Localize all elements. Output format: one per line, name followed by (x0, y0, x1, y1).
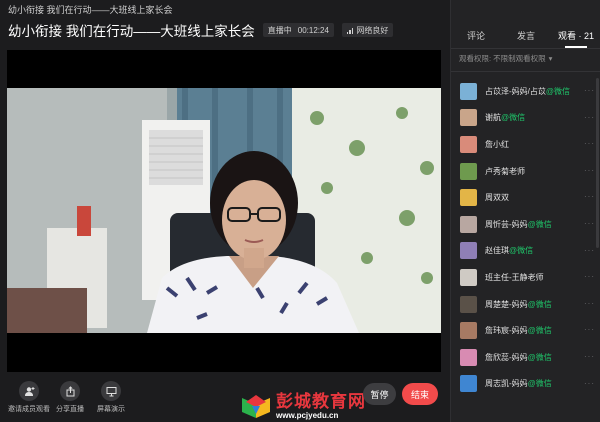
viewer-name: 周楚楚-妈妈 (485, 299, 528, 309)
viewer-name: 詹欣蕊-妈妈 (485, 352, 528, 362)
network-status-label: 网络良好 (356, 25, 389, 35)
invite-viewers-label: 邀请成员观看 (8, 406, 50, 413)
more-options-icon[interactable]: ··· (584, 325, 595, 334)
avatar (460, 215, 477, 233)
live-status-label: 直播中 (267, 25, 292, 35)
viewer-name: 谢航 (485, 113, 501, 123)
more-options-icon[interactable]: ··· (584, 299, 595, 308)
site-watermark: 彭城教育网 www.pcjyedu.cn (240, 393, 366, 420)
view-permission-selector[interactable]: 观看权限: 不限制观看权限 ▾ (459, 53, 552, 64)
watermark-name: 彭城教育网 (276, 392, 366, 411)
viewer-item[interactable]: 谢航 @微信 ··· (451, 105, 600, 132)
wechat-tag: @微信 (527, 219, 552, 229)
video-feed-image (7, 88, 441, 333)
wechat-tag: @微信 (527, 299, 552, 309)
avatar (460, 268, 477, 286)
page-title: 幼小衔接 我们在行动——大班线上家长会 (8, 24, 255, 39)
tab-speak[interactable]: 发言 (501, 26, 551, 48)
viewer-name: 詹玮宸-妈妈 (485, 326, 528, 336)
avatar (460, 82, 477, 100)
watermark-url: www.pcjyedu.cn (276, 411, 339, 420)
permission-divider (451, 71, 600, 72)
panel-tabs: 评论 发言 观看 · 21 (451, 26, 600, 48)
wechat-tag: @微信 (527, 326, 552, 336)
viewer-item[interactable]: 占苡泽-妈妈/占苡 @微信 ··· (451, 78, 600, 105)
tab-comments[interactable]: 评论 (451, 26, 501, 48)
avatar (460, 189, 477, 207)
wechat-tag: @微信 (545, 86, 571, 96)
screen-share-button[interactable]: 屏幕演示 (86, 381, 136, 414)
more-options-icon[interactable]: ··· (584, 113, 595, 122)
viewer-item[interactable]: 詹欣蕊-妈妈 @微信 ··· (451, 344, 600, 371)
network-status-badge: 网络良好 (341, 23, 394, 37)
avatar (460, 162, 477, 180)
viewer-list: 占苡泽-妈妈/占苡 @微信 ··· 谢航 @微信 ··· 詹小红 ··· 卢秀菊老师 ··· 周双双… (451, 78, 600, 397)
viewer-item[interactable]: 詹玮宸-妈妈 @微信 ··· (451, 317, 600, 344)
video-stage (7, 50, 441, 372)
signal-icon (346, 27, 354, 34)
tab-viewers[interactable]: 观看 · 21 (551, 26, 600, 48)
viewer-name: 赵佳琪 (485, 246, 509, 256)
more-options-icon[interactable]: ··· (584, 246, 595, 255)
share-icon (60, 381, 80, 401)
live-status-badge: 直播中 00:12:24 (262, 23, 334, 37)
viewer-name: 周志凯-妈妈 (485, 379, 528, 389)
screen-share-label: 屏幕演示 (97, 406, 125, 413)
avatar (460, 375, 477, 393)
avatar (460, 135, 477, 153)
tab-divider (451, 48, 600, 49)
viewer-item[interactable]: 周楚楚-妈妈 @微信 ··· (451, 291, 600, 318)
wechat-tag: @微信 (509, 246, 534, 256)
viewer-item[interactable]: 班主任-王静老师 ··· (451, 264, 600, 291)
viewer-name: 卢秀菊老师 (485, 166, 525, 176)
viewer-item[interactable]: 赵佳琪 @微信 ··· (451, 238, 600, 265)
side-panel: 评论 发言 观看 · 21 观看权限: 不限制观看权限 ▾ 占苡泽-妈妈/占苡 @… (450, 0, 600, 422)
elapsed-time: 00:12:24 (297, 25, 329, 35)
viewer-name: 班主任-王静老师 (485, 272, 544, 282)
wechat-tag: @微信 (501, 113, 526, 123)
book-logo-icon (242, 394, 270, 418)
viewer-name: 詹小红 (485, 139, 509, 149)
viewer-item[interactable]: 周志凯-妈妈 @微信 ··· (451, 371, 600, 398)
window-title-bar: 幼小衔接 我们在行动——大班线上家长会 (0, 0, 450, 18)
viewer-item[interactable]: 卢秀菊老师 ··· (451, 158, 600, 185)
avatar (460, 109, 477, 127)
more-options-icon[interactable]: ··· (584, 352, 595, 361)
window-title: 幼小衔接 我们在行动——大班线上家长会 (8, 4, 173, 15)
avatar (460, 322, 477, 340)
live-video-frame (7, 88, 441, 333)
monitor-icon (101, 381, 121, 401)
more-options-icon[interactable]: ··· (584, 192, 595, 201)
more-options-icon[interactable]: ··· (584, 139, 595, 148)
more-options-icon[interactable]: ··· (584, 219, 595, 228)
viewer-list-scrollbar[interactable] (596, 78, 599, 248)
avatar (460, 295, 477, 313)
header: 幼小衔接 我们在行动——大班线上家长会 直播中 00:12:24 网络良好 (8, 20, 394, 40)
end-button[interactable]: 结束 (402, 383, 438, 405)
share-live-label: 分享直播 (56, 406, 84, 413)
wechat-tag: @微信 (527, 352, 552, 362)
more-options-icon[interactable]: ··· (584, 272, 595, 281)
pause-button[interactable]: 暂停 (363, 383, 396, 405)
viewer-name: 周双双 (485, 193, 509, 203)
add-user-icon (19, 381, 39, 401)
more-options-icon[interactable]: ··· (584, 86, 595, 95)
viewer-name: 周忻芸-妈妈 (485, 219, 528, 229)
viewer-item[interactable]: 詹小红 ··· (451, 131, 600, 158)
avatar (460, 242, 477, 260)
wechat-tag: @微信 (527, 379, 552, 389)
more-options-icon[interactable]: ··· (584, 166, 595, 175)
more-options-icon[interactable]: ··· (584, 379, 595, 388)
viewer-item[interactable]: 周忻芸-妈妈 @微信 ··· (451, 211, 600, 238)
viewer-name: 占苡泽-妈妈/占苡 (485, 86, 546, 96)
view-permission-label: 观看权限: 不限制观看权限 (459, 54, 546, 63)
viewer-item[interactable]: 周双双 ··· (451, 184, 600, 211)
avatar (460, 348, 477, 366)
caret-down-icon: ▾ (548, 54, 553, 63)
